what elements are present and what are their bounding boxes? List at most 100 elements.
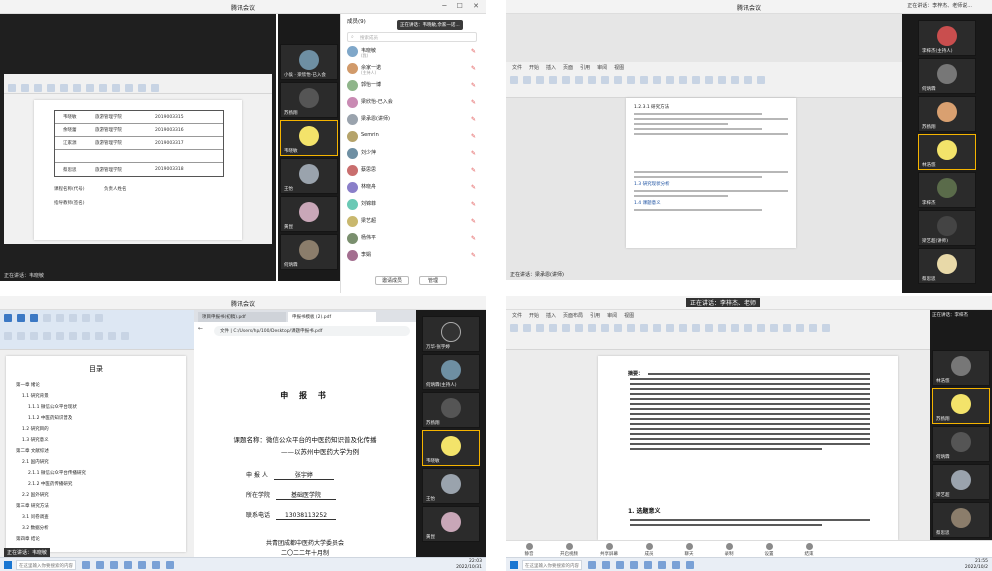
member-row[interactable]: 杨伟平 ✎ [341,231,486,247]
participant-tile[interactable]: 梁艺超 [932,464,990,500]
taskbar-search[interactable]: 在这里输入你要搜索的内容 [522,560,582,570]
toc-entry[interactable]: 3.2 数据分析 [22,525,178,531]
participant-tile[interactable]: 林浩悠 [932,350,990,386]
toc-entry[interactable]: 第三章 研究方法 [16,503,178,509]
participant-tile[interactable]: 黄昆 [280,196,338,232]
toolbar-button[interactable]: 录制 [716,543,742,557]
toc-entry[interactable]: 第二章 文献综述 [16,448,178,454]
taskbar-apps[interactable] [588,561,700,571]
back-icon[interactable]: ← [198,325,203,332]
participant-tile[interactable]: 蔡思思 [932,502,990,538]
participant-tile[interactable]: 何炳霖 [918,58,976,94]
table-row: 韦晓敏 旅游管理学院 2019003315 [55,111,223,124]
speaking-banner: 正在讲话：韦晓敏,佘家一诺... [397,20,463,30]
footer-org: 共青团成都中医药大学委员会 [265,540,344,547]
mic-muted-icon[interactable]: ✎ [471,82,476,89]
member-list: 韦晓敏 (我) ✎ 佘家一诺 (主持人) ✎ 郭怡一博 ✎ 梁欣怡-已入会 ✎ 梁承恩(讲师) ✎ Se… [341,44,486,274]
toc-entry[interactable]: 3.1 问卷调查 [22,514,178,520]
mic-muted-icon[interactable]: ✎ [471,116,476,123]
mic-muted-icon[interactable]: ✎ [471,48,476,55]
browser-tab[interactable]: 项目申报书(初稿).pdf [198,312,286,322]
toc-entry[interactable]: 1.1.1 微信公众平台现状 [28,404,178,410]
toc-entry[interactable]: 1.1 研究背景 [22,393,178,399]
toolbar-icon [725,543,733,550]
participant-tile[interactable]: 苏扬翔 [280,82,338,118]
invite-button[interactable]: 邀请成员 [375,276,409,285]
participant-tile[interactable]: 梁艺超(讲师) [918,210,976,246]
member-search[interactable]: ⌕ 搜索成员 [347,32,477,42]
manage-button[interactable]: 管理 [419,276,447,285]
participant-tile[interactable]: 王怡 [422,468,480,504]
toc-entry[interactable]: 2.1.1 微信公众平台传播研究 [28,470,178,476]
member-row[interactable]: 梁承恩(讲师) ✎ [341,112,486,128]
toc-entry[interactable]: 第四章 结论 [16,536,178,542]
address-bar[interactable]: 文件 | C:/Users/hp/100/Desktop/课题申报书.pdf [214,326,410,336]
window-controls[interactable]: ─ ☐ ✕ [442,2,483,10]
participant-tile[interactable]: 蔡思思 [918,248,976,284]
member-row[interactable]: 郭怡一博 ✎ [341,78,486,94]
mic-muted-icon[interactable]: ✎ [471,252,476,259]
member-row[interactable]: 韦晓敏 (我) ✎ [341,44,486,60]
browser-tab-active[interactable]: 申报书模板 (2).pdf [288,312,376,322]
member-row[interactable]: 刘锦菲 ✎ [341,197,486,213]
windows-start-icon[interactable] [510,561,518,569]
taskbar-search[interactable]: 在这里输入你要搜索的内容 [16,560,76,570]
member-row[interactable]: 李娟 ✎ [341,248,486,264]
participant-tile-active[interactable]: 韦晓敏 [280,120,338,156]
meeting-toolbar: 静音 开启视频 共享屏幕 成员 聊天 录制 设置 结束 [506,540,992,557]
toc-entry[interactable]: 第一章 绪论 [16,382,178,388]
member-row[interactable]: 梁欣怡-已入会 ✎ [341,95,486,111]
participant-tile[interactable]: 王怡 [280,158,338,194]
mic-muted-icon[interactable]: ✎ [471,201,476,208]
participant-tile[interactable]: 小侯 · 梁欣怡-已入会 [280,44,338,80]
participant-tile[interactable]: 苏扬翔 [422,392,480,428]
toolbar-icon [645,543,653,550]
toolbar-button[interactable]: 聊天 [676,543,702,557]
toc-entry[interactable]: 2.2 国外研究 [22,492,178,498]
member-row[interactable]: 梁艺超 ✎ [341,214,486,230]
participant-tile[interactable]: 何炳霖(主持人) [422,354,480,390]
member-name: 杨伟平 [361,235,377,241]
participant-tile[interactable]: 万华·张宇婷 [422,316,480,352]
avatar [347,165,358,176]
table-row: 蔡思思 旅游管理学院 2019003318 [63,167,184,173]
mic-muted-icon[interactable]: ✎ [471,235,476,242]
member-row[interactable]: Semrin ✎ [341,129,486,145]
mic-muted-icon[interactable]: ✎ [471,133,476,140]
participant-tile[interactable]: 何炳霖 [932,426,990,462]
participant-tile[interactable]: 何炳霖 [280,234,338,270]
toc-entry[interactable]: 1.2 研究目的 [22,426,178,432]
member-row[interactable]: 佘家一诺 (主持人) ✎ [341,61,486,77]
toolbar-button[interactable]: 静音 [516,543,542,557]
member-row[interactable]: 刘少萍 ✎ [341,146,486,162]
taskbar-apps[interactable] [82,561,180,571]
toc-entry[interactable]: 1.3 研究意义 [22,437,178,443]
mic-muted-icon[interactable]: ✎ [471,150,476,157]
mic-muted-icon[interactable]: ✎ [471,65,476,72]
windows-start-icon[interactable] [4,561,12,569]
participant-tile-active[interactable]: 韦晓敏 [422,430,480,466]
member-name: Semrin [361,132,379,138]
toc-entry[interactable]: 2.1.2 中医药传播研究 [28,481,178,487]
mic-muted-icon[interactable]: ✎ [471,184,476,191]
participant-tile[interactable]: 李梓杰 [918,172,976,208]
participant-tile[interactable]: 黄昆 [422,506,480,542]
participant-tile[interactable]: 苏扬翔 [918,96,976,132]
member-row[interactable]: 蔡思思 ✎ [341,163,486,179]
toolbar-button[interactable]: 成员 [636,543,662,557]
toolbar-button[interactable]: 设置 [756,543,782,557]
member-name: 蔡思思 [361,167,377,173]
toolbar-button[interactable]: 共享屏幕 [596,543,622,557]
mic-muted-icon[interactable]: ✎ [471,218,476,225]
tile-strip: 小侯 · 梁欣怡-已入会 苏扬翔 韦晓敏 王怡 黄昆 何炳霖 [278,14,340,281]
mic-muted-icon[interactable]: ✎ [471,99,476,106]
participant-tile[interactable]: 李梓杰(主持人) [918,20,976,56]
toolbar-button[interactable]: 开启视频 [556,543,582,557]
toc-entry[interactable]: 1.1.2 中医药知识普及 [28,415,178,421]
participant-tile-active[interactable]: 林浩悠 [918,134,976,170]
participant-tile-active[interactable]: 苏扬翔 [932,388,990,424]
member-row[interactable]: 林晓舟 ✎ [341,180,486,196]
mic-muted-icon[interactable]: ✎ [471,167,476,174]
toolbar-button[interactable]: 结束 [796,543,822,557]
toc-entry[interactable]: 2.1 国内研究 [22,459,178,465]
